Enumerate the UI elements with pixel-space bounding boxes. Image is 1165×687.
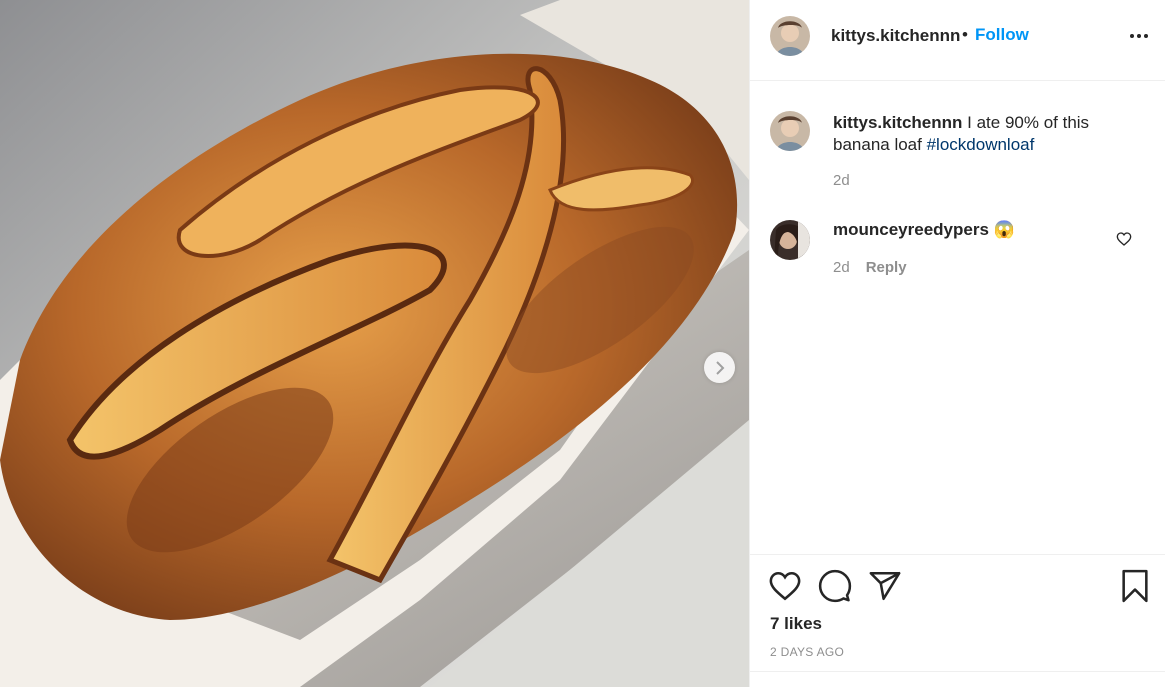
save-button[interactable] [1118, 569, 1152, 603]
post-actions: 7 likes 2 DAYS AGO [750, 554, 1165, 687]
share-button[interactable] [868, 569, 902, 603]
more-options-icon [1130, 34, 1148, 38]
post-timestamp[interactable]: 2 DAYS AGO [770, 645, 844, 659]
post-photo[interactable] [0, 0, 749, 687]
caption-text: kittys.kitchennn I ate 90% of this banan… [833, 112, 1133, 156]
follow-button[interactable]: Follow [975, 25, 1029, 45]
comment-button[interactable] [818, 569, 852, 603]
author-avatar[interactable] [770, 16, 810, 56]
banana-loaf-image [0, 0, 749, 687]
separator-dot: • [962, 25, 968, 44]
commenter-avatar-image [770, 220, 810, 260]
comment-bubble-icon [818, 569, 852, 603]
comment-like-button[interactable] [1116, 231, 1132, 247]
post-header: kittys.kitchennn • Follow [750, 0, 1165, 81]
post-side-panel: kittys.kitchennn • Follow kittys.kitchen… [749, 0, 1165, 687]
paper-plane-icon [869, 571, 901, 601]
caption-time[interactable]: 2d [833, 172, 850, 189]
author-avatar-image [770, 16, 810, 56]
more-options-button[interactable] [1127, 28, 1151, 44]
comment-item: mounceyreedypers 😱 2d Reply [750, 215, 1165, 285]
comment-meta: 2d Reply [833, 259, 907, 276]
next-photo-button[interactable] [704, 352, 735, 383]
author-username[interactable]: kittys.kitchennn [831, 26, 960, 46]
chevron-right-icon [715, 360, 724, 375]
heart-outline-icon [769, 571, 801, 601]
bookmark-icon [1122, 569, 1148, 603]
comment-emoji: 😱 [993, 220, 1015, 239]
comment-time[interactable]: 2d [833, 259, 850, 276]
divider [750, 671, 1165, 672]
caption-avatar-image [770, 111, 810, 151]
likes-count[interactable]: 7 likes [770, 614, 822, 634]
like-button[interactable] [768, 569, 802, 603]
caption-avatar[interactable] [770, 111, 810, 151]
caption-username[interactable]: kittys.kitchennn [833, 113, 962, 132]
commenter-avatar[interactable] [770, 220, 810, 260]
reply-button[interactable]: Reply [866, 259, 907, 276]
heart-outline-icon [1116, 232, 1132, 246]
comment-text: mounceyreedypers 😱 [833, 220, 1015, 240]
caption-hashtag[interactable]: #lockdownloaf [927, 135, 1035, 154]
commenter-username[interactable]: mounceyreedypers [833, 220, 989, 239]
